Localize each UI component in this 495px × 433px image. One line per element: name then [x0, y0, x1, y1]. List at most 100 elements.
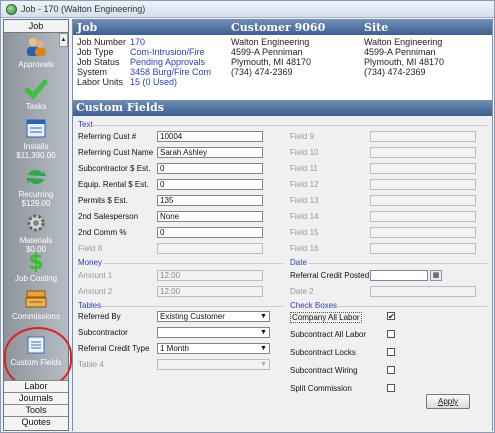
- sidebar-item-recurring[interactable]: Recurring $129.00: [4, 166, 68, 208]
- referral-credit-posted-input[interactable]: [370, 270, 428, 281]
- main-panel: Job Customer 9060 Site Job Number Job Ty…: [72, 19, 493, 432]
- sidebar-item-tasks[interactable]: Tasks: [4, 78, 68, 111]
- checkboxes-section-label: Check Boxes: [290, 301, 338, 310]
- subcontract-all-labor-checkbox[interactable]: [387, 330, 395, 338]
- second-comm-label: 2nd Comm %: [78, 228, 127, 237]
- subcontract-locks-checkbox[interactable]: [387, 348, 395, 356]
- customer-city: Plymouth, MI 48170: [231, 57, 312, 67]
- referred-by-value: Existing Customer: [160, 312, 225, 321]
- calendar-icon[interactable]: ▦: [430, 270, 442, 281]
- sidebar-item-label: Materials: [19, 236, 53, 245]
- customer-header: Customer 9060: [231, 21, 326, 34]
- subcontractor-est-label: Subcontractor $ Est.: [78, 164, 151, 173]
- permits-est-field[interactable]: 135: [157, 195, 263, 206]
- job-number-label: Job Number: [77, 37, 127, 47]
- sidebar-item-sub: $129.00: [21, 199, 51, 208]
- field-15-label: Field 15: [290, 228, 319, 237]
- sidebar-tab-journals[interactable]: Journals: [4, 392, 68, 404]
- field-11-label: Field 11: [290, 164, 318, 173]
- field-12-input: [370, 179, 476, 190]
- subcontract-wiring-checkbox[interactable]: [387, 366, 395, 374]
- site-address: 4599-A Penniman: [364, 47, 436, 57]
- job-number-value[interactable]: 170: [130, 37, 211, 47]
- job-status-value[interactable]: Pending Approvals: [130, 57, 211, 67]
- field-10-input: [370, 147, 476, 158]
- gear-icon: [24, 212, 48, 234]
- field-8-input: [157, 243, 263, 254]
- custom-fields-panel: Text Referring Cust # 10004 Referring Cu…: [73, 116, 492, 432]
- sidebar-item-installs[interactable]: Installs $11,390.00: [4, 118, 68, 160]
- referral-credit-posted-label: Referral Credit Posted: [290, 271, 370, 280]
- labor-units-label: Labor Units: [77, 77, 124, 87]
- job-type-value[interactable]: Com-Intrusion/Fire: [130, 47, 211, 57]
- referring-cust-name-field[interactable]: Sarah Ashley: [157, 147, 263, 158]
- sidebar-tab-quotes[interactable]: Quotes: [4, 416, 68, 430]
- date-2-label: Date 2: [290, 287, 314, 296]
- job-info-labels: Job Number Job Type Job Status System La…: [77, 37, 126, 87]
- second-salesperson-field[interactable]: None: [157, 211, 263, 222]
- sidebar: Job ▲ Approvals Tasks Installs $11,390.0…: [3, 19, 72, 431]
- job-status-label: Job Status: [77, 57, 120, 67]
- job-type-label: Job Type: [77, 47, 114, 57]
- field-15-input: [370, 227, 476, 238]
- approvals-people-icon: [24, 36, 48, 58]
- table-4-label: Table 4: [78, 360, 104, 369]
- tables-section-divider: [101, 306, 283, 307]
- checkboxes-section-divider: [332, 306, 487, 307]
- subcontractor-dropdown[interactable]: ▼: [157, 327, 270, 338]
- sidebar-header[interactable]: Job: [4, 20, 68, 33]
- labor-units-value[interactable]: 15 (0 Used): [130, 77, 211, 87]
- sidebar-item-materials[interactable]: Materials $0.00: [4, 212, 68, 254]
- apply-button-label: Apply: [437, 397, 458, 406]
- chevron-down-icon: ▼: [260, 329, 267, 336]
- system-value[interactable]: 3458 Burg/Fire Com: [130, 67, 211, 77]
- sidebar-item-commissions[interactable]: Commissions: [4, 288, 68, 321]
- money-section-label: Money: [78, 258, 103, 267]
- field-9-label: Field 9: [290, 132, 315, 141]
- job-header: Job: [77, 21, 98, 34]
- company-all-labor-checkbox[interactable]: ✔: [387, 312, 395, 321]
- amount-2-input: 12.00: [157, 286, 263, 297]
- referral-credit-type-value: 1 Month: [160, 344, 189, 353]
- apply-button[interactable]: Apply: [426, 394, 470, 409]
- site-city: Plymouth, MI 48170: [364, 57, 445, 67]
- date-2-input: [370, 286, 476, 297]
- field-13-label: Field 13: [290, 196, 319, 205]
- field-12-label: Field 12: [290, 180, 319, 189]
- sidebar-item-label: Recurring: [18, 190, 54, 199]
- sidebar-item-label: Commissions: [11, 312, 60, 321]
- referral-credit-type-dropdown[interactable]: 1 Month ▼: [157, 343, 270, 354]
- field-8-label: Field 8: [78, 244, 103, 253]
- sidebar-tab-labor[interactable]: Labor: [4, 380, 68, 392]
- site-header: Site: [364, 21, 389, 34]
- money-section-divider: [103, 263, 283, 264]
- system-label: System: [77, 67, 108, 77]
- site-phone: (734) 474-2369: [364, 67, 426, 77]
- field-16-label: Field 16: [290, 244, 319, 253]
- text-section-label: Text: [78, 120, 93, 129]
- second-comm-field[interactable]: 0: [157, 227, 263, 238]
- sidebar-tab-tools[interactable]: Tools: [4, 404, 68, 416]
- customer-info: Walton Engineering 4599-A Penniman Plymo…: [231, 37, 311, 77]
- equip-rental-est-label: Equip. Rental $ Est.: [78, 180, 149, 189]
- referral-credit-type-label: Referral Credit Type: [78, 344, 150, 353]
- site-name: Walton Engineering: [364, 37, 443, 47]
- sidebar-item-job-costing[interactable]: $ Job Costing: [4, 250, 68, 283]
- equip-rental-est-field[interactable]: 0: [157, 179, 263, 190]
- sidebar-item-approvals[interactable]: Approvals: [4, 36, 68, 69]
- referring-cust-num-field[interactable]: 10004: [157, 131, 263, 142]
- company-all-labor-label: Company All Labor: [290, 312, 362, 323]
- app-icon: [6, 3, 17, 15]
- job-header-bar: Job Customer 9060 Site: [73, 20, 492, 35]
- field-13-input: [370, 195, 476, 206]
- title-bar: Job - 170 (Walton Engineering): [1, 1, 494, 18]
- subcontractor-est-field[interactable]: 0: [157, 163, 263, 174]
- chevron-down-icon: ▼: [260, 345, 267, 352]
- field-10-label: Field 10: [290, 148, 319, 157]
- sidebar-item-label: Installs: [23, 142, 49, 151]
- site-info: Walton Engineering 4599-A Penniman Plymo…: [364, 37, 444, 77]
- referred-by-dropdown[interactable]: Existing Customer ▼: [157, 311, 270, 322]
- split-commission-checkbox[interactable]: [387, 384, 395, 392]
- table-4-dropdown: ▼: [157, 359, 270, 370]
- field-9-input: [370, 131, 476, 142]
